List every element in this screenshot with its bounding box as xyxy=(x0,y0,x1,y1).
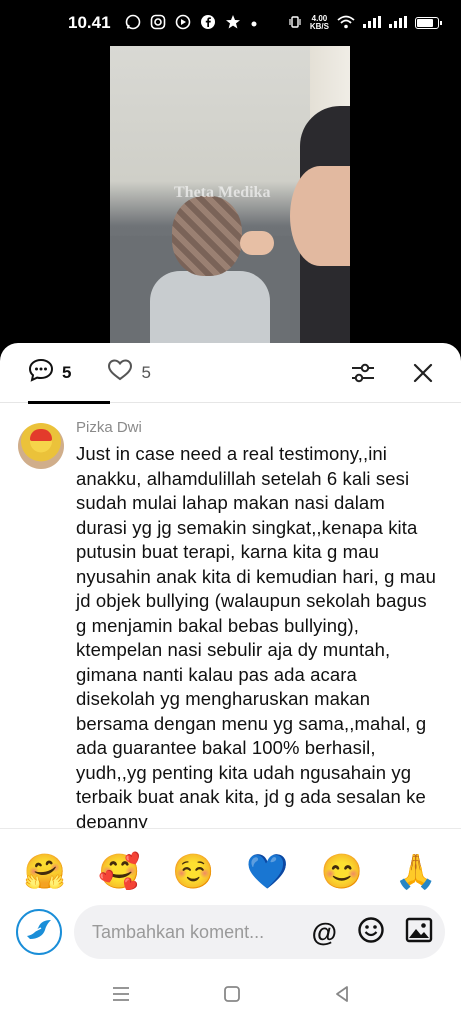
tab-likes[interactable]: 5 xyxy=(107,343,151,403)
sheet-actions xyxy=(349,359,437,387)
emoji-relaxed[interactable]: ☺️ xyxy=(170,853,216,891)
video-adult-face xyxy=(290,166,350,266)
status-time: 10.41 xyxy=(68,13,111,32)
comment-input[interactable] xyxy=(92,921,282,943)
comment-username[interactable]: Pizka Dwi xyxy=(76,419,441,436)
filter-icon[interactable] xyxy=(349,359,377,387)
whatsapp-icon xyxy=(125,14,141,33)
vibrate-icon xyxy=(288,15,302,32)
recent-apps-icon[interactable] xyxy=(111,985,131,1008)
emoji-picker-icon[interactable] xyxy=(357,916,385,949)
video-watermark: Theta Medika xyxy=(174,184,271,201)
image-picker-icon[interactable] xyxy=(405,917,433,948)
emoji-smiling-hearts[interactable]: 🥰 xyxy=(96,853,142,891)
viber-icon xyxy=(175,14,191,33)
emoji-quick-bar: 🤗 🥰 ☺️ 💙 😊 🙏 xyxy=(0,829,461,899)
dot-icon xyxy=(250,15,258,31)
comments-count: 5 xyxy=(62,362,72,382)
mention-button[interactable]: @ xyxy=(312,917,337,948)
video-player[interactable]: Theta Medika xyxy=(0,46,461,356)
likes-count: 5 xyxy=(141,362,151,382)
video-frame[interactable]: Theta Medika xyxy=(110,46,350,346)
signal-icon-2 xyxy=(389,15,407,31)
net-speed: 4.00 KB/S xyxy=(310,15,329,31)
net-speed-unit: KB/S xyxy=(309,22,329,31)
back-icon[interactable] xyxy=(333,985,351,1008)
send-bird-button[interactable] xyxy=(16,909,62,955)
wifi-icon xyxy=(337,15,355,32)
emoji-blush[interactable]: 😊 xyxy=(319,853,365,891)
emoji-hug[interactable]: 🤗 xyxy=(22,853,68,891)
battery-icon xyxy=(415,17,442,29)
system-status: 4.00 KB/S xyxy=(288,15,442,32)
status-bar: 10.41 4.00 KB/S xyxy=(0,0,461,46)
video-child-body xyxy=(150,271,270,346)
battery-level xyxy=(417,19,433,27)
comment-text: Just in case need a real testimony,,ini … xyxy=(76,443,437,832)
emoji-blue-heart[interactable]: 💙 xyxy=(245,853,291,891)
composer-row: @ xyxy=(0,905,461,959)
input-actions: @ xyxy=(312,916,433,949)
emoji-pray[interactable]: 🙏 xyxy=(393,853,439,891)
instagram-icon xyxy=(150,14,166,33)
comment-input-box[interactable]: @ xyxy=(74,905,445,959)
notification-icons xyxy=(125,14,258,33)
video-child-face-blurred xyxy=(172,196,242,276)
avatar[interactable] xyxy=(18,423,64,469)
comment-bubble-icon xyxy=(28,358,54,387)
facebook-icon xyxy=(200,14,216,33)
video-hand xyxy=(240,231,274,255)
comment-composer-area: 🤗 🥰 ☺️ 💙 😊 🙏 @ xyxy=(0,828,461,968)
tab-comments[interactable]: 5 xyxy=(28,343,111,404)
comment-item: Pizka Dwi Just in case need a real testi… xyxy=(0,403,461,834)
comments-tabs: 5 5 xyxy=(0,343,461,404)
star-icon xyxy=(225,14,241,33)
bird-icon xyxy=(25,918,53,947)
close-icon[interactable] xyxy=(409,359,437,387)
heart-icon xyxy=(107,358,133,387)
avatar-cap xyxy=(30,429,52,441)
system-nav-bar xyxy=(0,968,461,1024)
signal-icon-1 xyxy=(363,15,381,31)
home-icon[interactable] xyxy=(223,985,241,1008)
